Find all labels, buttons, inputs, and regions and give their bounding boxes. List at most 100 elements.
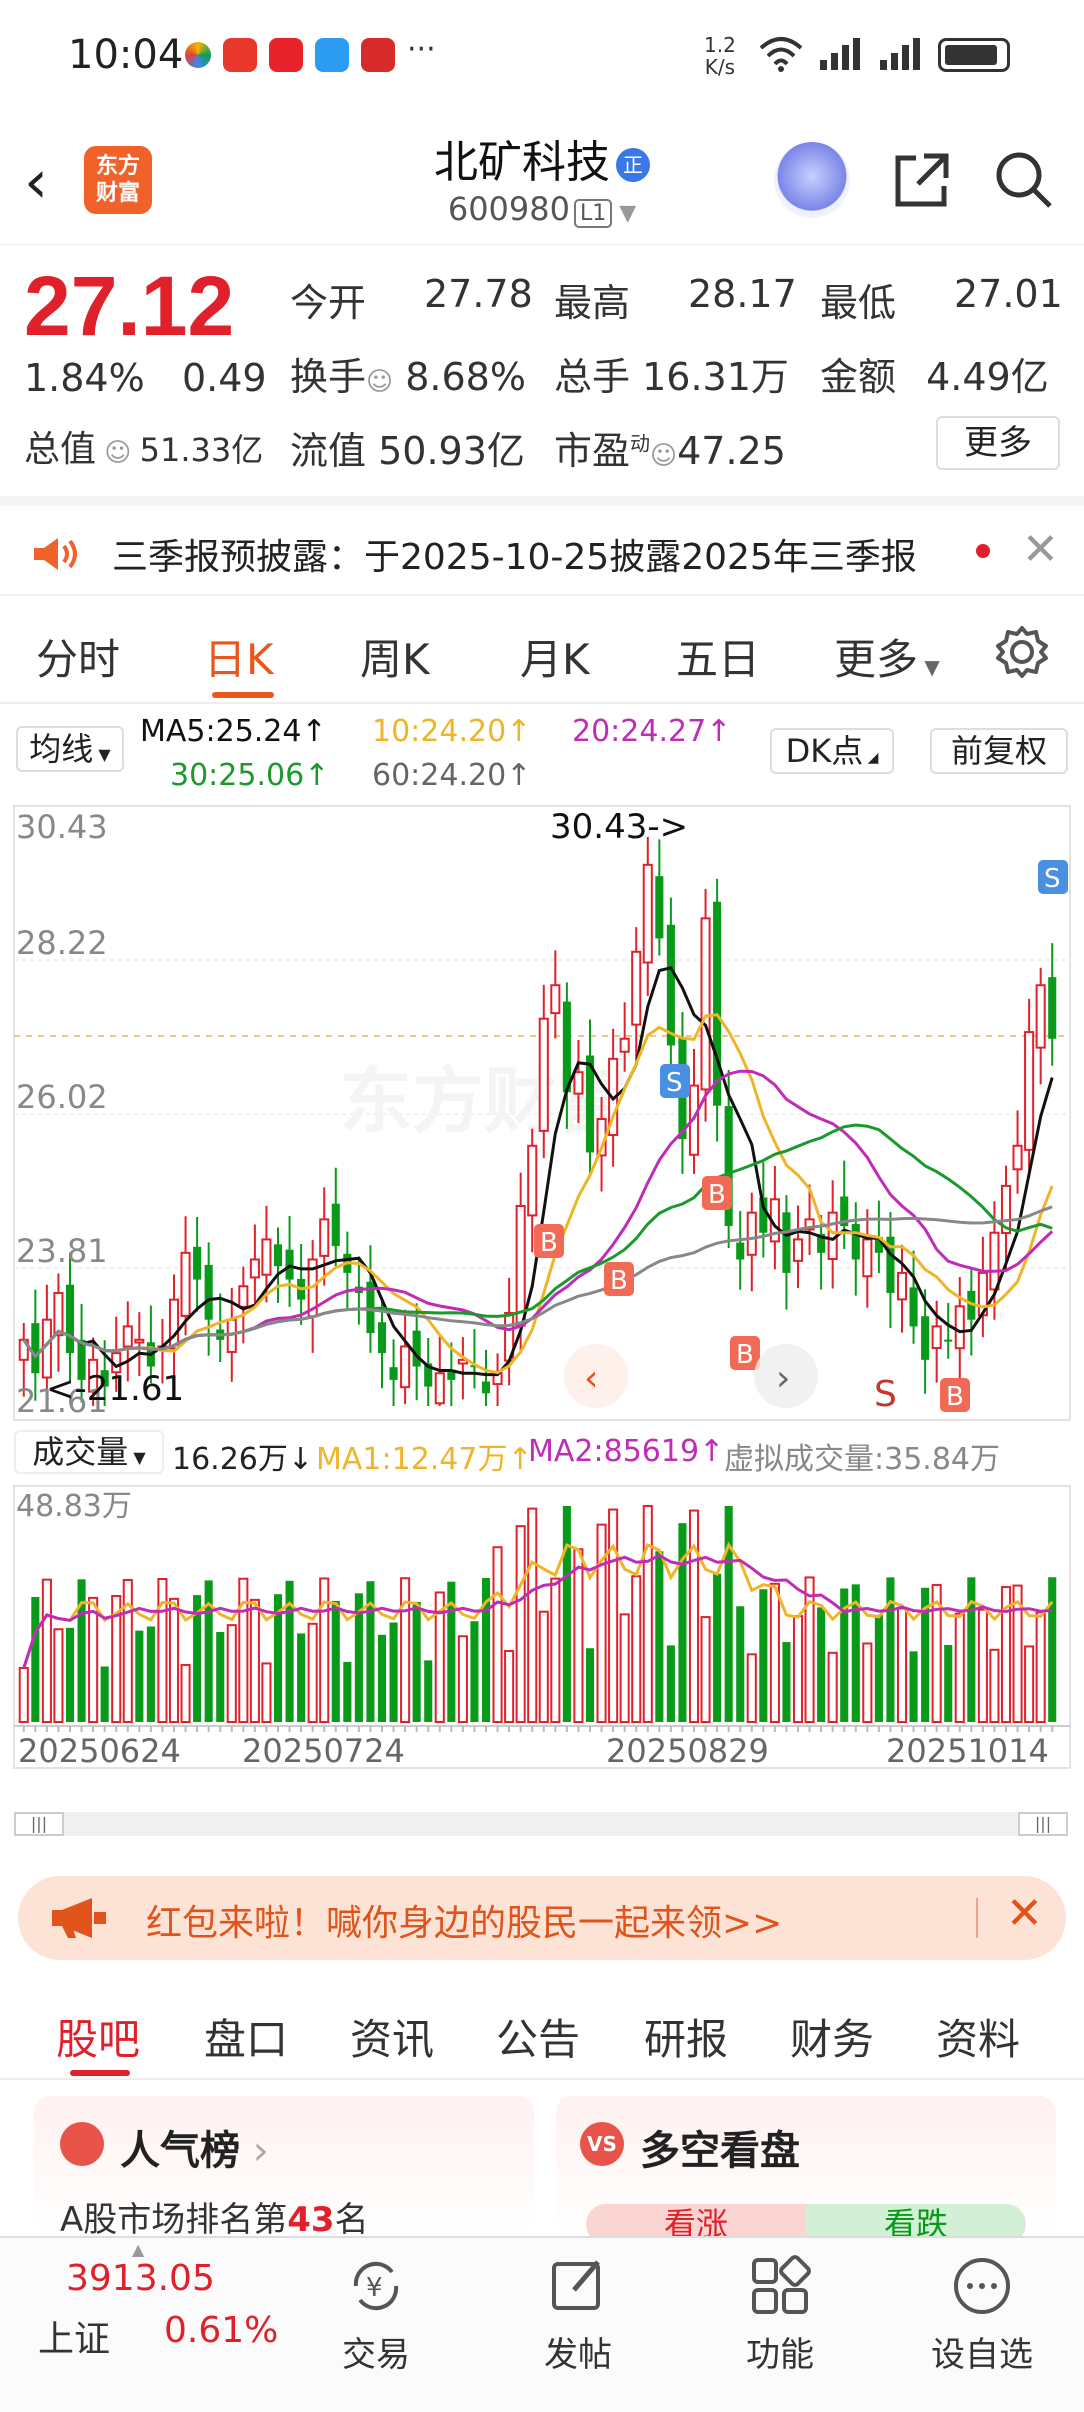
volume-bar bbox=[238, 1577, 249, 1724]
tab-announcements[interactable]: 公告 bbox=[496, 2006, 580, 2067]
candle-body bbox=[180, 1251, 191, 1317]
red-packet-banner[interactable]: 红包来啦！喊你身边的股民一起来领>> ✕ bbox=[18, 1876, 1066, 1960]
app-notification-icon bbox=[315, 38, 349, 72]
tab-guba[interactable]: 股吧 bbox=[56, 2006, 140, 2067]
volume-bar bbox=[331, 1600, 340, 1722]
tab-news[interactable]: 资讯 bbox=[350, 2006, 434, 2067]
stock-header: ‹ 东方 财富 北矿科技正 600980 L1 ▼ bbox=[0, 110, 1084, 245]
tab-orderbook[interactable]: 盘口 bbox=[204, 2006, 288, 2067]
candle-body bbox=[631, 950, 642, 1026]
chevron-down-icon: ▼ bbox=[612, 201, 637, 226]
post-button[interactable]: 发帖 bbox=[508, 2238, 648, 2376]
volume-bar bbox=[377, 1634, 387, 1722]
volume-bar bbox=[538, 1610, 549, 1723]
close-notice-button[interactable]: ✕ bbox=[1022, 524, 1059, 575]
more-notifications-icon: ··· bbox=[407, 32, 436, 67]
rank-prefix: A股市场排名第 bbox=[60, 2200, 288, 2240]
pe-label: 市盈 bbox=[554, 429, 631, 473]
ai-assistant-button[interactable] bbox=[774, 142, 850, 218]
volume-bar bbox=[977, 1608, 988, 1724]
popularity-card[interactable]: 人气榜 › A股市场排名第43名 bbox=[34, 2096, 534, 2240]
candle-body bbox=[1024, 1031, 1035, 1151]
candle-body bbox=[481, 1381, 491, 1394]
float-label: 流值 bbox=[290, 429, 367, 473]
notice-text: 三季报预披露：于2025-10-25披露2025年三季报 bbox=[112, 537, 917, 578]
vs-icon: VS bbox=[580, 2122, 624, 2166]
turnover-label: 换手 bbox=[290, 355, 367, 399]
search-icon[interactable] bbox=[992, 148, 1056, 212]
function-button[interactable]: 功能 bbox=[710, 2238, 850, 2376]
volume-bar bbox=[736, 1606, 745, 1722]
range-handle-right[interactable]: ||| bbox=[1018, 1812, 1068, 1836]
tab-weekly[interactable]: 周K bbox=[360, 626, 430, 687]
chart-range-scrollbar[interactable]: ||| ||| bbox=[14, 1812, 1068, 1836]
buy-signal: B bbox=[534, 1224, 564, 1258]
buy-signal: B bbox=[604, 1262, 634, 1296]
tab-finance[interactable]: 财务 bbox=[790, 2006, 874, 2067]
tab-daily[interactable]: 日K bbox=[204, 626, 274, 687]
speaker-icon bbox=[34, 538, 77, 570]
tab-intraday[interactable]: 分时 bbox=[36, 626, 120, 687]
change-pct: 1.84% bbox=[24, 356, 145, 400]
popularity-rank: A股市场排名第43名 bbox=[60, 2192, 369, 2241]
float-value: 50.93亿 bbox=[378, 429, 525, 473]
candle-body bbox=[389, 1367, 398, 1380]
candle-body bbox=[944, 1339, 953, 1342]
candle-body bbox=[319, 1218, 330, 1257]
range-handle-left[interactable]: ||| bbox=[14, 1812, 64, 1836]
gear-icon[interactable] bbox=[994, 624, 1050, 680]
grid-icon bbox=[752, 2255, 811, 2314]
sell-marker: S bbox=[874, 1374, 897, 1415]
candle-body bbox=[989, 1231, 1000, 1291]
net-speed: 1.2 K/s bbox=[704, 34, 736, 78]
kline-chart-area[interactable]: 均线 ▼ MA5:25.24↑ 10:24.20↑ 20:24.27↑ 30:2… bbox=[0, 706, 1084, 1836]
volume-bar bbox=[862, 1642, 873, 1723]
volume-bars-group bbox=[18, 1505, 1057, 1724]
close-banner-button[interactable]: ✕ bbox=[1006, 1888, 1043, 1939]
volume-bar bbox=[389, 1622, 398, 1722]
candle-body bbox=[909, 1287, 918, 1327]
share-icon[interactable] bbox=[890, 148, 954, 212]
candle-body bbox=[562, 1001, 571, 1093]
volume-bar bbox=[504, 1650, 515, 1724]
volume-bar bbox=[261, 1662, 272, 1724]
volume-bar bbox=[944, 1644, 953, 1722]
index-value[interactable]: 3913.05 bbox=[66, 2258, 215, 2299]
tab-five-day[interactable]: 五日 bbox=[676, 626, 760, 687]
candle-body bbox=[1048, 977, 1057, 1039]
candle-body bbox=[400, 1345, 411, 1389]
amount: 金额 4.49亿 bbox=[820, 346, 1049, 401]
price-tick: 30.43 bbox=[16, 808, 108, 846]
candle-body bbox=[619, 1037, 630, 1053]
buy-signal: B bbox=[702, 1176, 732, 1210]
tab-profile[interactable]: 资料 bbox=[936, 2006, 1020, 2067]
add-watchlist-button[interactable]: 设自选 bbox=[912, 2238, 1052, 2376]
tab-research[interactable]: 研报 bbox=[644, 2006, 728, 2067]
volume-selector[interactable]: 成交量 ▼ bbox=[14, 1430, 164, 1474]
volume-bar bbox=[769, 1582, 780, 1723]
open-value: 27.78 bbox=[424, 272, 533, 316]
index-change[interactable]: 0.61% bbox=[164, 2310, 278, 2351]
megaphone-icon bbox=[52, 1898, 106, 1938]
tab-monthly[interactable]: 月K bbox=[520, 626, 590, 687]
app-notification-icon bbox=[361, 38, 395, 72]
candle-body bbox=[792, 1238, 804, 1262]
unread-dot bbox=[976, 544, 990, 558]
candle-body bbox=[134, 1338, 145, 1344]
candle-body bbox=[434, 1372, 445, 1405]
open-label: 今开 bbox=[290, 281, 367, 325]
notice-bar[interactable]: 三季报预披露：于2025-10-25披露2025年三季报 ✕ bbox=[0, 496, 1084, 596]
float-cap: 流值 50.93亿 bbox=[290, 420, 525, 475]
mktcap-value: 51.33亿 bbox=[139, 431, 264, 469]
more-quote-button[interactable]: 更多 bbox=[936, 416, 1060, 470]
bull-bear-card[interactable]: VS 多空看盘 看涨 看跌 bbox=[556, 2096, 1056, 2244]
turnover: 换手☺ 8.68% bbox=[290, 346, 526, 401]
volume-bar bbox=[804, 1576, 815, 1723]
pe-sup: 动 bbox=[630, 431, 651, 456]
index-name[interactable]: 上证 bbox=[38, 2310, 110, 2362]
trade-button[interactable]: ¥ 交易 bbox=[306, 2238, 446, 2376]
volume-bar bbox=[249, 1598, 260, 1723]
tab-more[interactable]: 更多 ▼ bbox=[834, 626, 940, 687]
chevron-right-icon: › bbox=[240, 2128, 269, 2174]
red-packet-text: 红包来啦！喊你身边的股民一起来领>> bbox=[146, 1903, 783, 1944]
